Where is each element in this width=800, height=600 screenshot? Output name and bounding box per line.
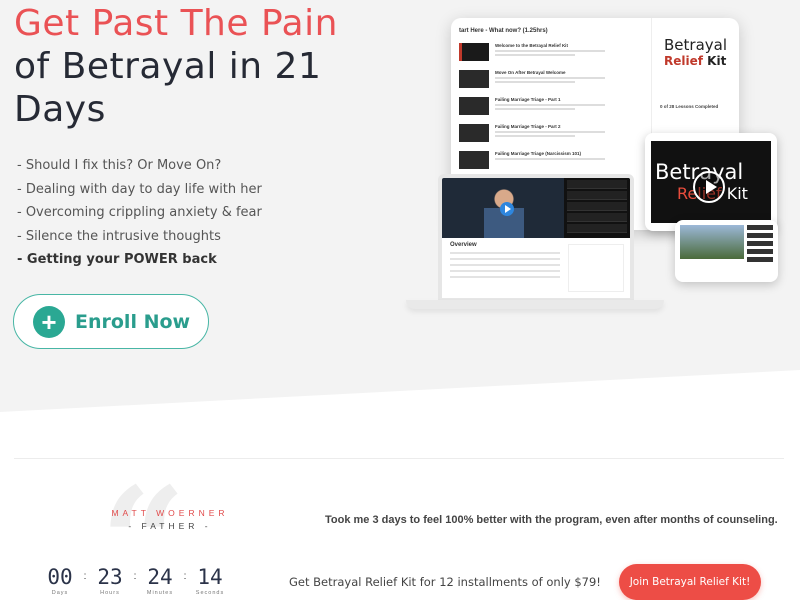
- lesson-row: Welcome to the Betrayal Relief Kit: [459, 43, 644, 61]
- lesson-row: Failing Marriage Triage - Part 2: [459, 124, 644, 142]
- countdown-minutes: 24: [147, 565, 173, 589]
- headline-line-3: Days: [14, 89, 106, 130]
- hero-headline: Get Past The Pain of Betrayal in 21 Days: [14, 2, 434, 131]
- testimonial-name: MATT WOERNER: [111, 508, 229, 518]
- enroll-now-label: Enroll Now: [75, 310, 191, 333]
- phone-mockup: [675, 220, 778, 282]
- benefit-item: - Dealing with day to day life with her: [17, 181, 262, 197]
- lesson-thumbnail: [459, 124, 489, 142]
- play-icon: [500, 202, 514, 216]
- lesson-title: Failing Marriage Triage - Part 1: [495, 97, 561, 102]
- lesson-thumbnail: [459, 97, 489, 115]
- countdown-seconds: 14: [197, 565, 223, 589]
- lesson-title: Failing Marriage Triage (Narcissism 101): [495, 151, 582, 156]
- countdown-hours: 23: [97, 565, 123, 589]
- betrayal-relief-kit-logo: Betrayal Relief Kit: [664, 36, 727, 68]
- laptop-base: [406, 300, 664, 309]
- benefit-item: - Should I fix this? Or Move On?: [17, 158, 222, 173]
- course-section-title: tart Here - What now? (1.25hrs): [459, 28, 548, 34]
- countdown-days: 00: [47, 565, 73, 589]
- lesson-title: Welcome to the Betrayal Relief Kit: [495, 43, 568, 48]
- lesson-list: tart Here - What now? (1.25hrs) Welcome …: [459, 28, 644, 178]
- progress-text: 0 of 28 Lessons Completed: [660, 104, 719, 109]
- lesson-thumbnail: [459, 151, 489, 169]
- lesson-title: Move On After Betrayal Welcome: [495, 70, 566, 75]
- offer-text: Get Betrayal Relief Kit for 12 installme…: [289, 575, 601, 589]
- headline-line-2: of Betrayal in 21: [14, 46, 322, 87]
- lesson-row: Failing Marriage Triage (Narcissism 101): [459, 151, 644, 169]
- laptop-mockup: Overview: [438, 174, 634, 302]
- headline-line-1: Get Past The Pain: [14, 3, 338, 44]
- lesson-row: Failing Marriage Triage - Part 1: [459, 97, 644, 115]
- join-button[interactable]: Join Betrayal Relief Kit!: [619, 564, 761, 600]
- play-icon: [693, 171, 725, 203]
- benefit-item: - Overcoming crippling anxiety & fear: [17, 205, 262, 220]
- laptop-video: [442, 178, 630, 238]
- benefit-list: - Should I fix this? Or Move On? - Deali…: [17, 154, 262, 272]
- countdown-timer: 00 Days : 23 Hours : 24 Minutes : 14 Seconds: [42, 566, 228, 596]
- lesson-thumbnail: [459, 70, 489, 88]
- enroll-now-button[interactable]: + Enroll Now: [13, 294, 209, 349]
- testimonial-quote: Took me 3 days to feel 100% better with …: [325, 514, 778, 526]
- instructor-card: [568, 244, 624, 292]
- testimonial-role: - FATHER -: [128, 521, 212, 531]
- plus-icon: +: [33, 305, 65, 338]
- benefit-item: - Silence the intrusive thoughts: [17, 228, 221, 244]
- lesson-row: Move On After Betrayal Welcome: [459, 70, 644, 88]
- phone-video-thumbnail: [680, 225, 744, 259]
- benefit-item: - Getting your POWER back: [17, 252, 217, 267]
- lesson-title: Failing Marriage Triage - Part 2: [495, 124, 561, 129]
- promo-video-mockup: Betrayal Relief Kit: [645, 133, 777, 231]
- lesson-thumbnail: [459, 43, 489, 61]
